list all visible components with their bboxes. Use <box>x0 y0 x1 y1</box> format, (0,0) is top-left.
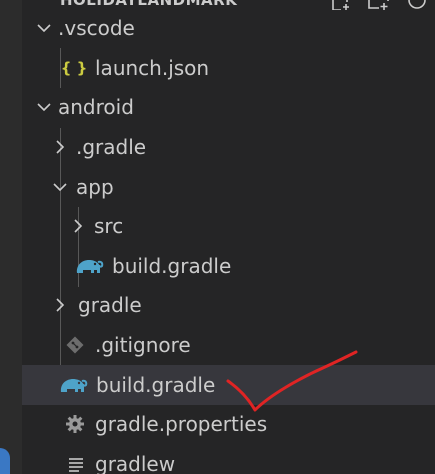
tree-item-label: app <box>76 175 114 199</box>
tree-item-label: .gradle <box>76 135 147 159</box>
tree-item-label: gradle <box>78 293 142 317</box>
tree-item-gradlew[interactable]: gradlew <box>22 444 435 474</box>
gradle-elephant-icon <box>74 255 104 277</box>
tree-item-label: android <box>58 95 134 119</box>
tree-item-label: build.gradle <box>96 373 216 397</box>
chevron-down-icon <box>32 0 46 4</box>
tree-item-label: src <box>94 214 124 238</box>
vscode-explorer: HOLIDAYLANDMARK .vscode {} launch.json … <box>0 0 435 474</box>
activity-bar <box>0 0 22 474</box>
chevron-down-icon <box>53 183 67 192</box>
tree-item-launch-json[interactable]: { } launch.json <box>22 48 435 88</box>
tree-item-vscode-folder[interactable]: .vscode <box>22 8 435 48</box>
tree-item-label: .vscode <box>58 16 135 40</box>
json-braces-icon: { } <box>60 59 88 77</box>
gradle-elephant-icon <box>58 374 88 396</box>
chevron-down-icon <box>37 24 51 33</box>
tree-item-gradle-folder[interactable]: gradle <box>22 285 435 325</box>
tree-item-android-folder[interactable]: android <box>22 87 435 127</box>
gear-icon <box>64 413 86 435</box>
tree-item-label: gradle.properties <box>95 412 268 436</box>
tree-item-label: launch.json <box>95 56 210 80</box>
tree-item-label: .gitignore <box>95 333 191 357</box>
tree-item-app-build-gradle[interactable]: build.gradle <box>22 246 435 286</box>
tree-item-root-build-gradle[interactable]: build.gradle <box>22 365 435 405</box>
accounts-badge[interactable] <box>0 448 10 474</box>
tree-item-label: gradlew <box>95 452 176 474</box>
text-file-icon <box>66 453 86 474</box>
tree-item-gradle-properties[interactable]: gradle.properties <box>22 404 435 444</box>
chevron-right-icon <box>74 219 83 233</box>
chevron-down-icon <box>37 103 51 112</box>
tree-item-gitignore[interactable]: .gitignore <box>22 325 435 365</box>
tree-item-gradle-hidden-folder[interactable]: .gradle <box>22 127 435 167</box>
chevron-right-icon <box>56 298 65 312</box>
tree-item-label: build.gradle <box>112 254 232 278</box>
tree-item-src-folder[interactable]: src <box>22 206 435 246</box>
git-icon <box>64 334 86 356</box>
tree-item-app-folder[interactable]: app <box>22 167 435 207</box>
chevron-right-icon <box>56 140 65 154</box>
